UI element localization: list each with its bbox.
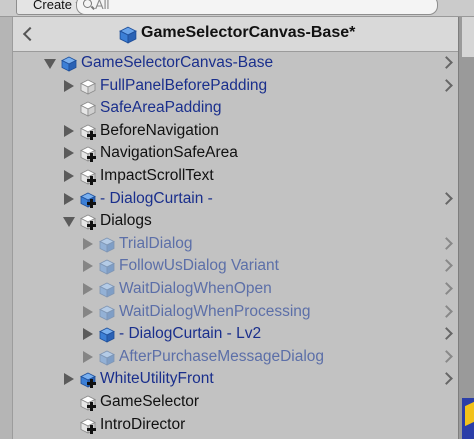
hierarchy-row[interactable]: GameSelectorCanvas-Base [13,52,458,75]
hierarchy-row-label: WhiteUtilityFront [100,370,214,388]
hierarchy-row-label: FullPanelBeforePadding [100,76,268,94]
added-override-icon [87,221,96,231]
gameobject-added-icon [80,395,96,411]
scene-view-panel-top [462,17,474,57]
open-prefab-chevron-icon[interactable] [440,78,453,92]
search-input[interactable]: All [76,0,438,15]
foldout-collapsed-icon[interactable] [64,170,74,182]
prefab-faded-icon [99,282,115,298]
hierarchy-row[interactable]: SafeAreaPadding [13,97,458,120]
foldout-collapsed-icon[interactable] [64,373,74,386]
prefab-faded-icon [99,259,115,276]
hierarchy-row[interactable]: WhiteUtilityFront [13,368,458,391]
gameobject-added-icon [80,146,96,163]
back-arrow-icon[interactable] [22,26,38,42]
hierarchy-row[interactable]: - DialogCurtain - Lv2 [13,323,458,346]
hierarchy-row[interactable]: NavigationSafeArea [13,142,458,165]
hierarchy-row[interactable]: FollowUsDialog Variant [13,255,458,278]
open-prefab-chevron-icon[interactable] [440,56,453,69]
prefab-icon [61,56,77,72]
hierarchy-row-label: WaitDialogWhenProcessing [119,302,311,320]
gameobject-added-icon [80,214,96,231]
foldout-collapsed-icon[interactable] [83,305,93,318]
gameobject-added-icon [80,124,96,140]
gameobject-added-icon [80,169,96,185]
hierarchy-row-label: GameSelector [100,393,200,410]
left-gutter [0,17,13,439]
hierarchy-row[interactable]: - DialogCurtain - [13,188,458,211]
page-title: GameSelectorCanvas-Base* [141,24,356,41]
hierarchy-row-label: GameSelectorCanvas-Base [81,54,274,71]
foldout-expanded-icon[interactable] [63,217,75,228]
hierarchy-row[interactable]: FullPanelBeforePadding [13,75,458,98]
open-prefab-chevron-icon[interactable] [440,349,453,363]
hierarchy-row[interactable]: GameSelector [13,391,458,414]
prefab-icon [99,327,115,343]
added-override-icon [87,153,96,163]
prefab-added-icon [80,372,96,389]
foldout-collapsed-icon[interactable] [83,237,93,250]
prefab-mode-header: GameSelectorCanvas-Base* [13,17,458,52]
hierarchy-row[interactable]: TrialDialog [13,233,458,256]
added-override-icon [87,130,96,140]
hierarchy-row[interactable]: Dialogs [13,210,458,233]
gameobject-icon [80,101,96,117]
gameobject-icon [80,79,96,95]
hierarchy-tree: GameSelectorCanvas-Base FullPanelBeforePa… [13,52,458,439]
hierarchy-row[interactable]: BeforeNavigation [13,120,458,143]
scene-preview-image [462,398,474,439]
hierarchy-row-label: IntroDirector [100,415,186,433]
open-prefab-chevron-icon[interactable] [440,372,453,386]
hierarchy-row-label: AfterPurchaseMessageDialog [119,347,325,365]
gameobject-added-icon [80,418,96,434]
search-placeholder: All [95,0,110,12]
open-prefab-chevron-icon[interactable] [440,236,453,250]
hierarchy-row[interactable]: AfterPurchaseMessageDialog [13,346,458,369]
hierarchy-row-label: NavigationSafeArea [100,144,238,162]
hierarchy-row[interactable]: ImpactScrollText [13,165,458,188]
added-override-icon [87,402,96,411]
hierarchy-toolbar: Create ▾ All [0,0,474,17]
open-prefab-chevron-icon[interactable] [440,282,453,295]
added-override-icon [87,379,96,389]
hierarchy-row[interactable]: IntroDirector [13,414,458,437]
hierarchy-row-label: BeforeNavigation [100,121,219,139]
hierarchy-row[interactable]: WaitDialogWhenProcessing [13,301,458,324]
search-icon [83,0,92,8]
hierarchy-row-label: FollowUsDialog Variant [119,257,279,275]
foldout-collapsed-icon[interactable] [83,283,93,295]
added-override-icon [87,198,96,208]
open-prefab-chevron-icon[interactable] [440,327,453,341]
hierarchy-row-label: Dialogs [100,212,152,230]
prefab-faded-icon [99,350,115,366]
hierarchy-row-label: ImpactScrollText [100,167,214,184]
open-prefab-chevron-icon[interactable] [440,191,453,205]
foldout-collapsed-icon[interactable] [64,147,74,160]
foldout-collapsed-icon[interactable] [83,350,93,363]
hierarchy-row-label: - DialogCurtain - Lv2 [119,325,262,343]
added-override-icon [87,176,96,185]
hierarchy-row-label: WaitDialogWhenOpen [119,280,272,297]
prefab-icon [119,26,137,49]
prefab-added-icon [80,192,96,208]
foldout-collapsed-icon[interactable] [64,124,74,137]
added-override-icon [87,424,96,434]
prefab-faded-icon [99,237,115,253]
hierarchy-row-label: SafeAreaPadding [100,99,222,117]
foldout-collapsed-icon[interactable] [64,79,74,92]
foldout-collapsed-icon[interactable] [83,328,93,341]
prefab-faded-icon [99,305,115,321]
hierarchy-row-label: - DialogCurtain - [100,189,213,207]
scene-view-edge [458,17,474,439]
foldout-collapsed-icon[interactable] [83,260,93,273]
open-prefab-chevron-icon[interactable] [440,304,453,318]
foldout-expanded-icon[interactable] [44,59,56,69]
hierarchy-row-label: TrialDialog [119,234,193,252]
foldout-collapsed-icon[interactable] [64,192,74,205]
open-prefab-chevron-icon[interactable] [440,259,453,273]
hierarchy-row[interactable]: WaitDialogWhenOpen [13,278,458,301]
